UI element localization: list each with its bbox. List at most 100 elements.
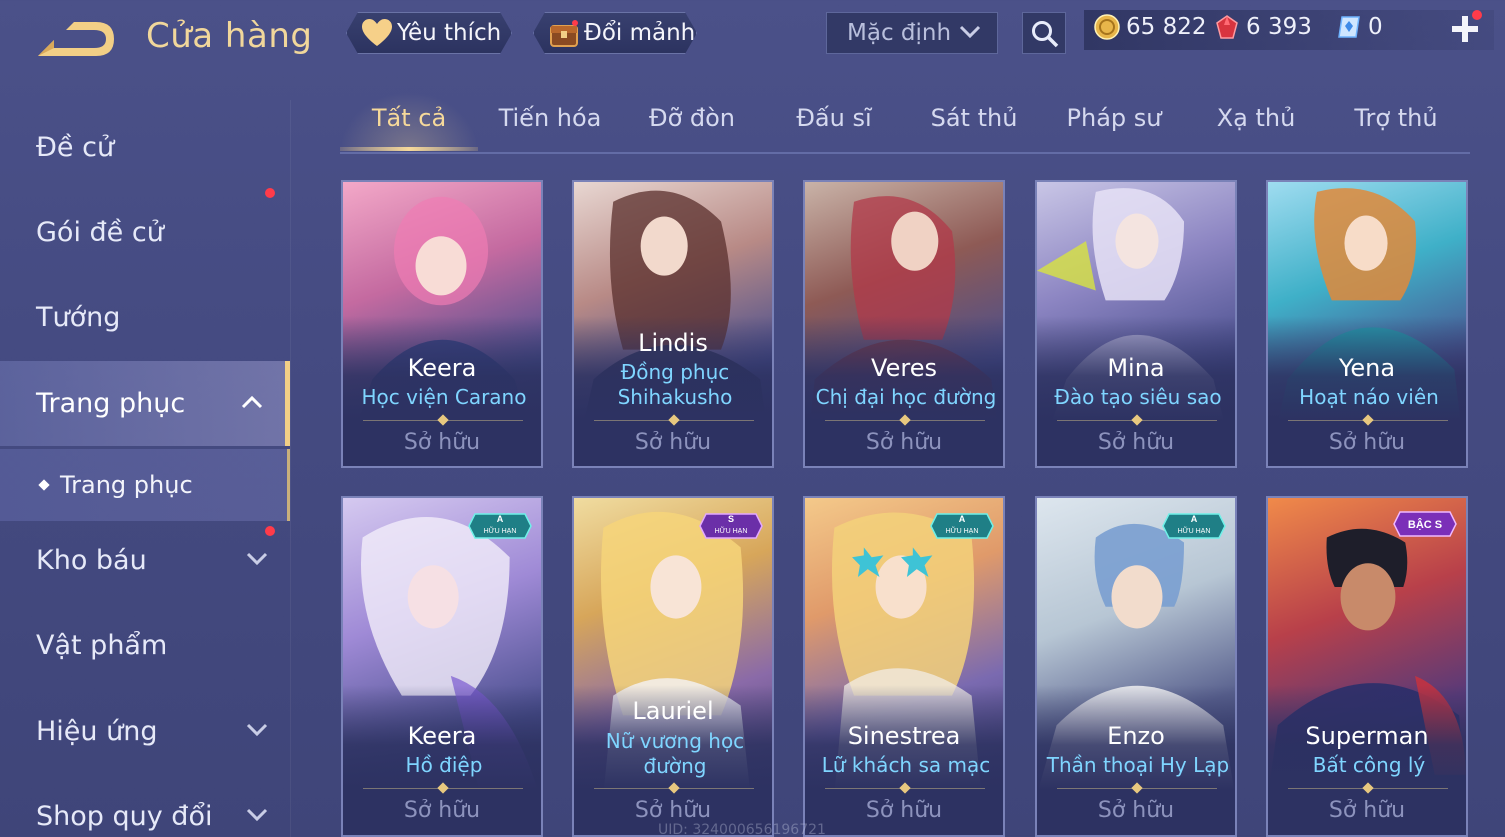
tab-tank[interactable]: Đỡ đòn: [622, 104, 762, 132]
sidebar: Đề cử Gói đề cử Tướng Trang phục Trang p…: [0, 100, 290, 837]
sidebar-item-exchange-shop[interactable]: Shop quy đổi: [0, 774, 290, 837]
hero-name: Lindis: [638, 329, 708, 357]
chevron-up-icon: [241, 395, 263, 409]
ruby-icon: [1216, 15, 1238, 39]
badge-rank: A: [497, 514, 504, 524]
top-bar: Cửa hàng Yêu thích Đổi mảnh Mặc định 65 …: [0, 0, 1505, 80]
badge-text: HỮU HẠN: [484, 526, 517, 535]
hero-name: Superman: [1305, 722, 1429, 750]
skin-card[interactable]: A HỮU HẠN Keera Hồ điệp Sở hữu: [341, 496, 543, 837]
hero-name: Mina: [1107, 354, 1165, 382]
sidebar-divider: [290, 100, 291, 837]
sidebar-item-skins[interactable]: Trang phục: [0, 361, 290, 446]
sidebar-subitem-label: Trang phục: [60, 471, 193, 499]
page-title: Cửa hàng: [146, 16, 313, 56]
badge-text: BẬC S: [1408, 518, 1442, 531]
owned-status: Sở hữu: [403, 798, 481, 823]
diamond-balance: 0: [1336, 14, 1383, 40]
currency-bar: 65 822 6 393 0: [1084, 10, 1494, 50]
skin-name: Đào tạo siêu sao: [1054, 385, 1222, 409]
notification-dot: [265, 188, 275, 198]
favorites-button[interactable]: Yêu thích: [346, 12, 512, 54]
sort-dropdown[interactable]: Mặc định: [826, 12, 998, 54]
swap-shards-button[interactable]: Đổi mảnh: [533, 12, 697, 54]
badge-rank: S: [728, 514, 734, 524]
swap-shards-label: Đổi mảnh: [584, 20, 696, 46]
sidebar-item-label: Kho báu: [36, 545, 147, 576]
hero-name: Keera: [407, 354, 477, 382]
notification-dot: [265, 526, 275, 536]
heart-icon: [361, 18, 393, 48]
skin-card[interactable]: Yena Hoạt náo viên Sở hữu: [1266, 180, 1468, 468]
skin-card[interactable]: Lindis Đồng phục Shihakusho Sở hữu: [572, 180, 774, 468]
skin-card[interactable]: A HỮU HẠN Sinestrea Lữ khách sa mạc Sở h…: [803, 496, 1005, 837]
badge-rank: A: [1191, 514, 1198, 524]
tab-marksman[interactable]: Xạ thủ: [1186, 104, 1326, 132]
sort-value: Mặc định: [847, 20, 952, 46]
active-tab-underline: [340, 147, 478, 151]
back-arrow-icon[interactable]: [34, 18, 118, 60]
skin-name: Hồ điệp: [405, 753, 483, 777]
ruby-balance: 6 393: [1214, 14, 1312, 40]
owned-status: Sở hữu: [634, 798, 712, 823]
skin-name: Nữ vương học đường: [605, 729, 745, 778]
rank-s-badge-icon: BẬC S: [1393, 511, 1457, 537]
ruby-amount: 6 393: [1246, 14, 1312, 40]
search-button[interactable]: [1022, 12, 1066, 54]
tab-mage[interactable]: Pháp sư: [1044, 104, 1184, 132]
skin-name: Lữ khách sa mạc: [821, 753, 991, 777]
owned-status: Sở hữu: [634, 430, 712, 455]
tab-assassin[interactable]: Sát thủ: [904, 104, 1044, 132]
gold-amount: 65 822: [1126, 14, 1207, 40]
sidebar-item-label: Trang phục: [36, 388, 186, 419]
skin-card[interactable]: Mina Đào tạo siêu sao Sở hữu: [1035, 180, 1237, 468]
sidebar-item-label: Tướng: [36, 302, 121, 333]
skin-card[interactable]: BẬC S Superman Bất công lý Sở hữu: [1266, 496, 1468, 837]
chevron-down-icon: [246, 723, 268, 737]
owned-status: Sở hữu: [865, 798, 943, 823]
sidebar-subitem-skins[interactable]: Trang phục: [0, 449, 290, 521]
favorites-label: Yêu thích: [397, 20, 502, 46]
owned-status: Sở hữu: [1097, 798, 1175, 823]
gold-balance: 65 822: [1094, 14, 1206, 40]
rank-a-limited-badge-icon: A HỮU HẠN: [468, 513, 532, 539]
tab-all[interactable]: Tất cả: [340, 104, 478, 132]
notification-dot: [1472, 10, 1482, 20]
hero-name: Enzo: [1107, 722, 1165, 750]
badge-text: HỮU HẠN: [715, 526, 748, 535]
badge-text: HỮU HẠN: [946, 526, 979, 535]
hero-name: Sinestrea: [847, 722, 961, 750]
sidebar-item-heroes[interactable]: Tướng: [0, 275, 290, 360]
tab-support[interactable]: Trợ thủ: [1326, 104, 1466, 132]
sidebar-item-label: Hiệu ứng: [36, 716, 158, 747]
sidebar-item-recommended-packs[interactable]: Gói đề cử: [0, 188, 290, 275]
rank-a-limited-badge-icon: A HỮU HẠN: [930, 513, 994, 539]
owned-status: Sở hữu: [403, 430, 481, 455]
sidebar-item-effects[interactable]: Hiệu ứng: [0, 689, 290, 774]
sidebar-item-recommended[interactable]: Đề cử: [0, 105, 290, 190]
skin-name: Học viện Carano: [361, 385, 527, 409]
sidebar-item-items[interactable]: Vật phẩm: [0, 603, 290, 688]
owned-status: Sở hữu: [865, 430, 943, 455]
diamond-voucher-icon: [1338, 16, 1360, 38]
chevron-down-icon: [959, 25, 981, 39]
sidebar-item-label: Gói đề cử: [36, 217, 164, 248]
hero-name: Keera: [407, 722, 477, 750]
hero-name: Veres: [871, 354, 937, 382]
treasure-chest-icon: [548, 18, 580, 48]
sidebar-item-treasure[interactable]: Kho báu: [0, 518, 290, 603]
skin-card[interactable]: Keera Học viện Carano Sở hữu: [341, 180, 543, 468]
skin-card[interactable]: S HỮU HẠN Lauriel Nữ vương học đường Sở …: [572, 496, 774, 837]
rank-s-limited-badge-icon: S HỮU HẠN: [699, 513, 763, 539]
category-tabs: Tất cả Tiến hóa Đỡ đòn Đấu sĩ Sát thủ Ph…: [340, 92, 1470, 154]
tab-fighter[interactable]: Đấu sĩ: [764, 104, 904, 132]
sidebar-item-label: Đề cử: [36, 132, 115, 163]
sidebar-item-label: Shop quy đổi: [36, 801, 213, 832]
search-icon: [1032, 21, 1059, 48]
badge-text: HỮU HẠN: [1178, 526, 1211, 535]
skin-card[interactable]: A HỮU HẠN Enzo Thần thoại Hy Lạp Sở hữu: [1035, 496, 1237, 837]
skin-name: Hoạt náo viên: [1299, 385, 1439, 409]
chevron-down-icon: [246, 808, 268, 822]
tab-evolution[interactable]: Tiến hóa: [480, 104, 620, 132]
skin-card[interactable]: Veres Chị đại học đường Sở hữu: [803, 180, 1005, 468]
